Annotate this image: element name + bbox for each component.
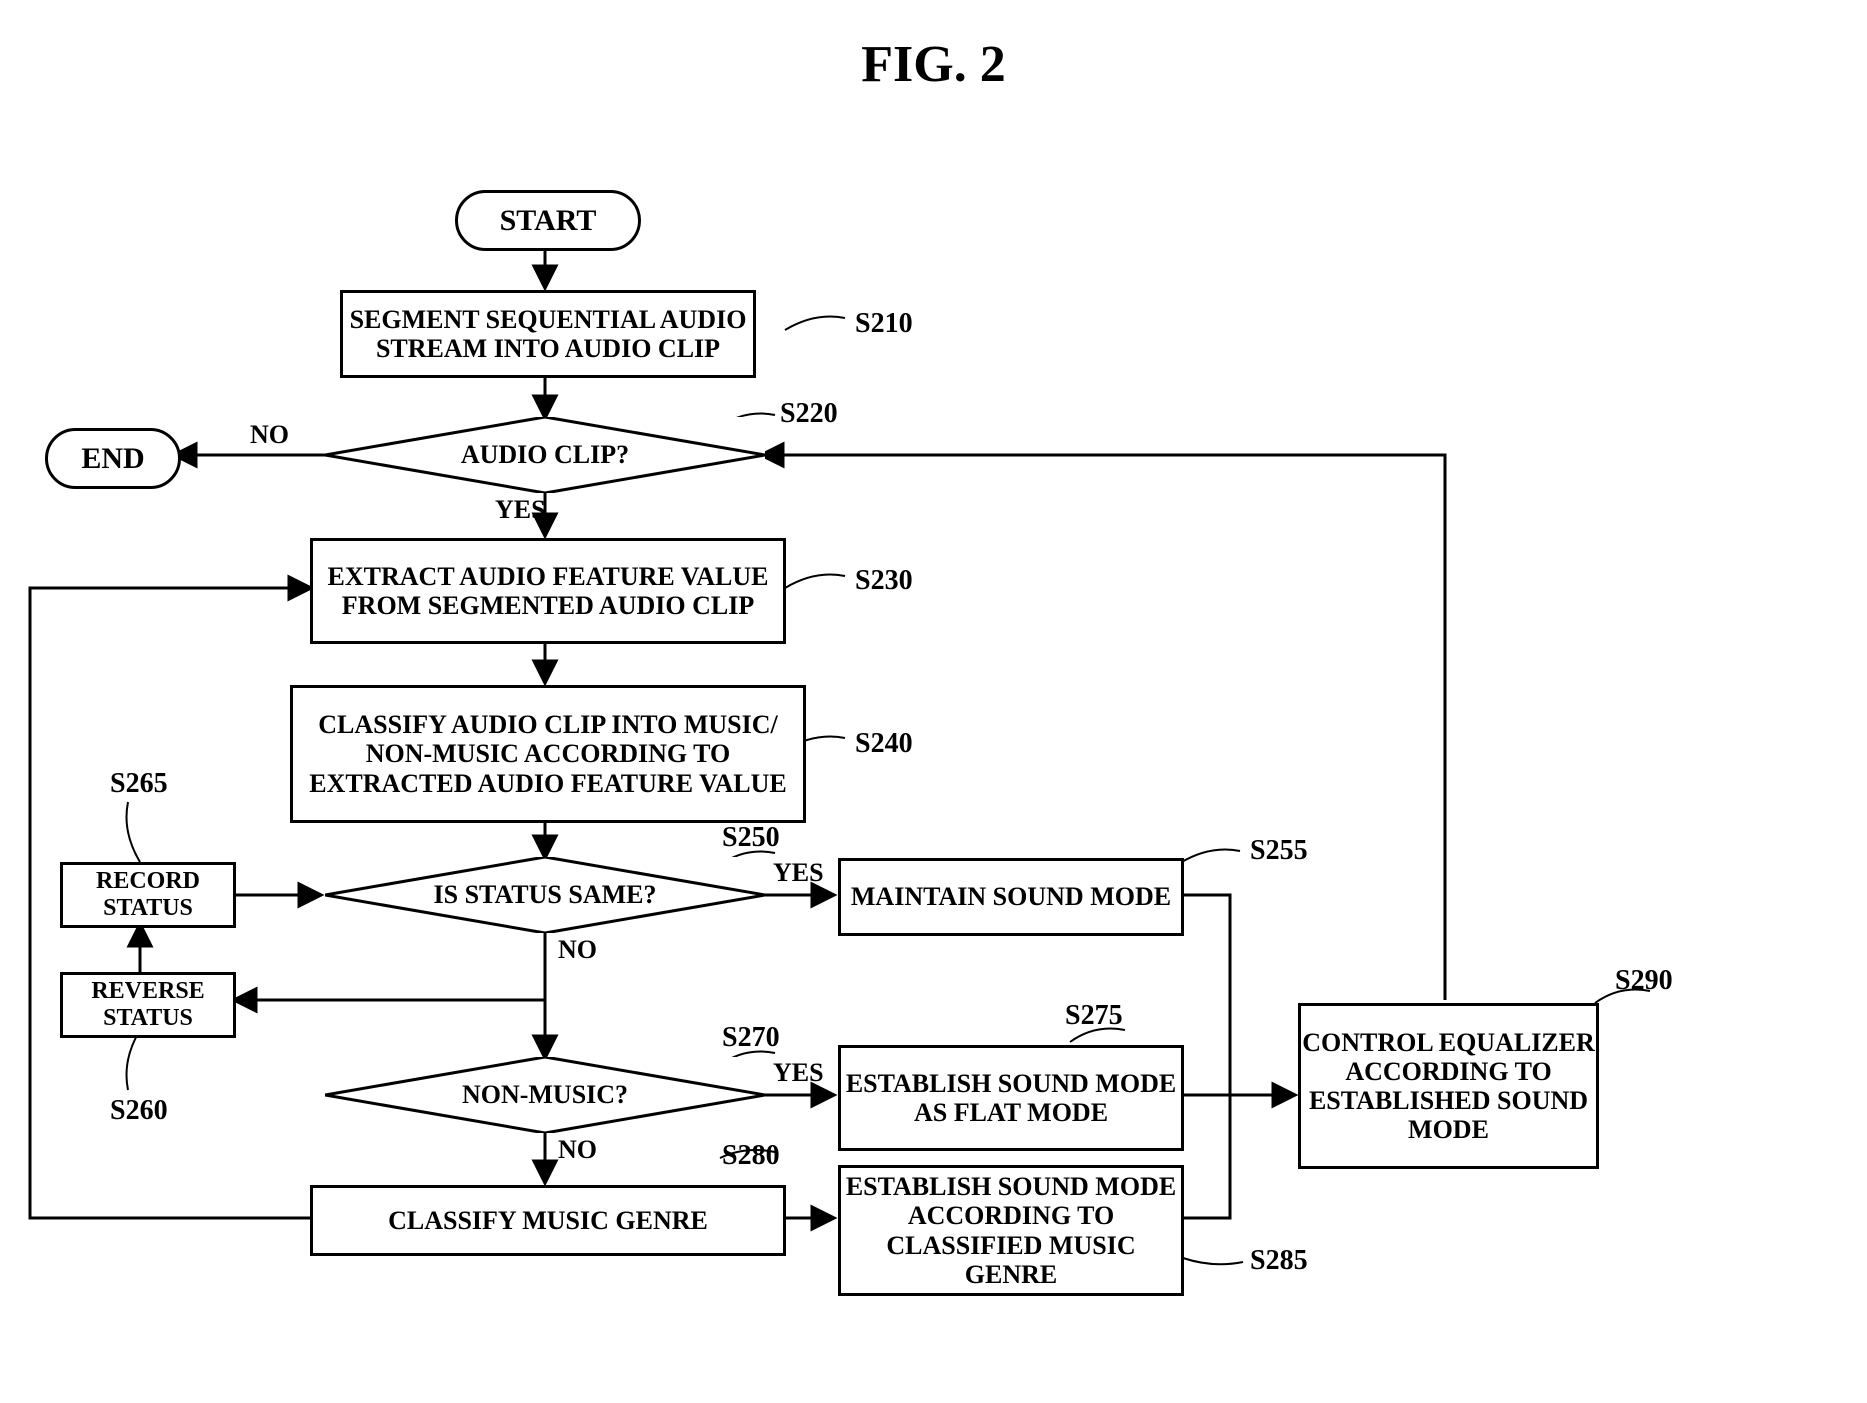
decision-s250: IS STATUS SAME?	[325, 857, 765, 933]
node-label: AUDIO CLIP?	[461, 440, 629, 470]
edge-label-no: NO	[558, 1135, 597, 1165]
edge-label-yes: YES	[495, 495, 546, 525]
process-s210: SEGMENT SEQUENTIAL AUDIO STREAM INTO AUD…	[340, 290, 756, 378]
decision-s220: AUDIO CLIP?	[325, 417, 765, 493]
node-label: START	[500, 204, 597, 238]
step-tag: S255	[1250, 835, 1308, 867]
node-label: SEGMENT SEQUENTIAL AUDIO STREAM INTO AUD…	[343, 305, 753, 363]
step-tag: S270	[722, 1022, 780, 1054]
step-tag: S280	[722, 1140, 780, 1172]
node-label: CONTROL EQUALIZER ACCORDING TO ESTABLISH…	[1301, 1028, 1596, 1144]
step-tag: S265	[110, 768, 168, 800]
node-label: ESTABLISH SOUND MODE ACCORDING TO CLASSI…	[841, 1172, 1181, 1288]
node-label: CLASSIFY MUSIC GENRE	[388, 1206, 708, 1235]
step-tag: S290	[1615, 965, 1673, 997]
step-tag: S260	[110, 1095, 168, 1127]
process-s255: MAINTAIN SOUND MODE	[838, 858, 1184, 936]
process-s280: CLASSIFY MUSIC GENRE	[310, 1185, 786, 1256]
node-label: IS STATUS SAME?	[434, 880, 657, 910]
terminator-start: START	[455, 190, 641, 251]
terminator-end: END	[45, 428, 181, 489]
node-label: CLASSIFY AUDIO CLIP INTO MUSIC/ NON-MUSI…	[293, 710, 803, 797]
process-s240: CLASSIFY AUDIO CLIP INTO MUSIC/ NON-MUSI…	[290, 685, 806, 823]
process-s275: ESTABLISH SOUND MODE AS FLAT MODE	[838, 1045, 1184, 1151]
edge-label-no: NO	[558, 935, 597, 965]
edge-label-no: NO	[250, 420, 289, 450]
step-tag: S240	[855, 728, 913, 760]
node-label: RECORD STATUS	[63, 868, 233, 922]
process-s260: REVERSE STATUS	[60, 972, 236, 1038]
node-label: MAINTAIN SOUND MODE	[851, 882, 1171, 911]
step-tag: S250	[722, 822, 780, 854]
node-label: REVERSE STATUS	[63, 978, 233, 1032]
edge-label-yes: YES	[773, 858, 824, 888]
process-s285: ESTABLISH SOUND MODE ACCORDING TO CLASSI…	[838, 1165, 1184, 1296]
node-label: END	[81, 442, 144, 476]
node-label: NON-MUSIC?	[462, 1080, 628, 1110]
process-s265: RECORD STATUS	[60, 862, 236, 928]
step-tag: S210	[855, 308, 913, 340]
step-tag: S275	[1065, 1000, 1123, 1032]
decision-s270: NON-MUSIC?	[325, 1057, 765, 1133]
edge-label-yes: YES	[773, 1058, 824, 1088]
step-tag: S285	[1250, 1245, 1308, 1277]
step-tag: S220	[780, 398, 838, 430]
step-tag: S230	[855, 565, 913, 597]
node-label: ESTABLISH SOUND MODE AS FLAT MODE	[841, 1069, 1181, 1127]
process-s290: CONTROL EQUALIZER ACCORDING TO ESTABLISH…	[1298, 1003, 1599, 1169]
process-s230: EXTRACT AUDIO FEATURE VALUE FROM SEGMENT…	[310, 538, 786, 644]
node-label: EXTRACT AUDIO FEATURE VALUE FROM SEGMENT…	[313, 562, 783, 620]
